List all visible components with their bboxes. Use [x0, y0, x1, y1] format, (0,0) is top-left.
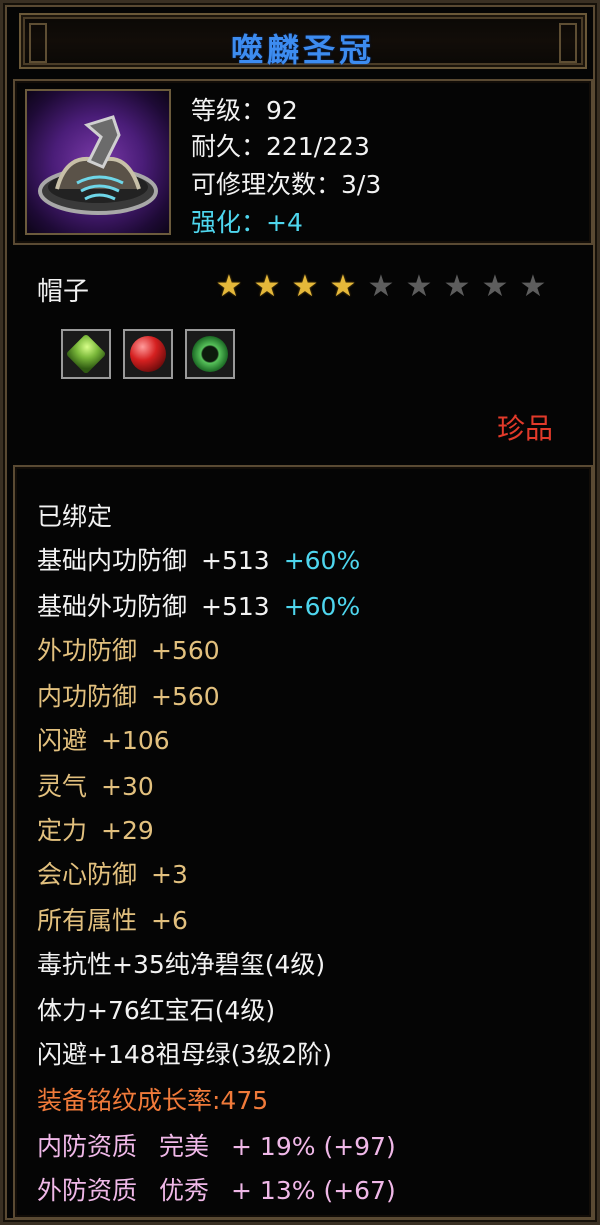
star-empty-icon: ★	[405, 269, 433, 304]
star-filled-icon: ★	[215, 269, 243, 304]
gem-slot-2[interactable]	[123, 329, 173, 379]
level-stat: 等级：92	[191, 96, 298, 125]
enhance-stat: 强化：+4	[191, 208, 303, 237]
jade-ring-gem-icon	[192, 336, 228, 372]
gem-bonus-1: 毒抗性+35纯净碧玺(4级)	[37, 950, 326, 979]
dodge: 闪避 +106	[37, 726, 170, 755]
star-empty-icon: ★	[367, 269, 395, 304]
base-outer-defense: 基础外功防御 +513 +60%	[37, 592, 361, 621]
inner-defense-quality: 内防资质 完美 + 19% (+97)	[37, 1132, 396, 1161]
item-tooltip-panel: 噬麟圣冠 等级：92 耐久：221/223 可修理次数：3/3 强化：+4 帽子…	[0, 0, 600, 1225]
star-filled-icon: ★	[329, 269, 357, 304]
inner-defense: 内功防御 +560	[37, 682, 220, 711]
crown-helmet-icon	[25, 89, 171, 235]
spirit: 灵气 +30	[37, 772, 154, 801]
repair-count-stat: 可修理次数：3/3	[191, 170, 382, 199]
star-filled-icon: ★	[291, 269, 319, 304]
title-bar: 噬麟圣冠	[19, 13, 587, 69]
item-name: 噬麟圣冠	[230, 31, 375, 69]
item-type: 帽子	[37, 277, 90, 307]
gem-sockets	[61, 329, 235, 379]
crit-defense: 会心防御 +3	[37, 860, 188, 889]
gem-bonus-3: 闪避+148祖母绿(3级2阶)	[37, 1040, 332, 1069]
star-empty-icon: ★	[519, 269, 547, 304]
rarity-label: 珍品	[496, 412, 553, 445]
bound-status: 已绑定	[37, 502, 113, 531]
star-empty-icon: ★	[443, 269, 471, 304]
star-filled-icon: ★	[253, 269, 281, 304]
outer-defense-quality: 外防资质 优秀 + 13% (+67)	[37, 1176, 396, 1205]
gem-slot-1[interactable]	[61, 329, 111, 379]
red-gem-icon	[130, 336, 166, 372]
green-gem-icon	[65, 333, 107, 375]
all-attributes: 所有属性 +6	[37, 906, 188, 935]
focus: 定力 +29	[37, 816, 154, 845]
star-rating: ★ ★ ★ ★ ★ ★ ★ ★ ★	[211, 269, 551, 305]
star-empty-icon: ★	[481, 269, 509, 304]
base-inner-defense: 基础内功防御 +513 +60%	[37, 546, 361, 575]
outer-defense: 外功防御 +560	[37, 636, 220, 665]
gem-slot-3[interactable]	[185, 329, 235, 379]
durability-stat: 耐久：221/223	[191, 132, 370, 161]
gem-bonus-2: 体力+76红宝石(4级)	[37, 996, 276, 1025]
growth-rate: 装备铭纹成长率:475	[37, 1086, 269, 1115]
